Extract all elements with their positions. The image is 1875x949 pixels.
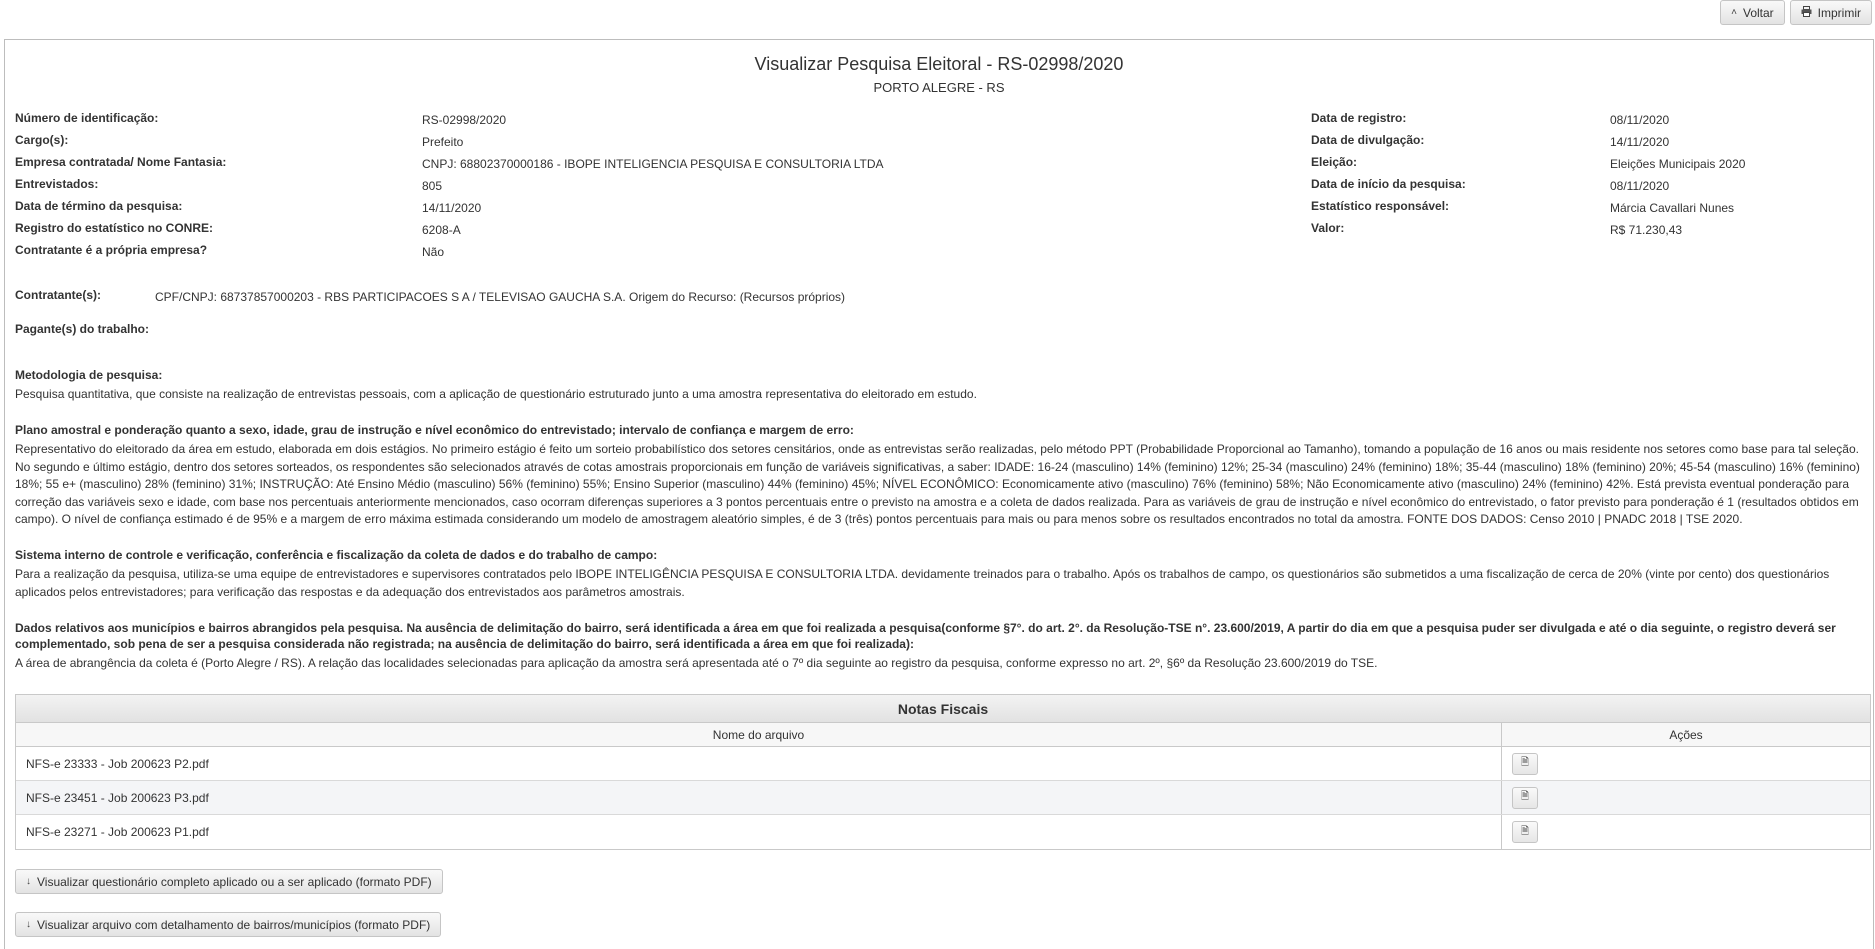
section-text: Pesquisa quantitativa, que consiste na r… (15, 387, 977, 401)
view-questionario-button[interactable]: ↓ Visualizar questionário completo aplic… (15, 869, 443, 894)
table-row: NFS-e 23271 - Job 200623 P1.pdf 🗎 (16, 815, 1870, 849)
column-header-actions: Ações (1669, 728, 1703, 742)
value-contratante-propria: Não (422, 245, 445, 259)
top-toolbar: ˄ Voltar Imprimir (1720, 0, 1872, 25)
file-icon: 🗎 (1520, 791, 1530, 802)
back-button-label: Voltar (1742, 5, 1774, 20)
table-row: NFS-e 23333 - Job 200623 P2.pdf 🗎 (16, 747, 1870, 781)
label-entrevistados: Entrevistados: (15, 177, 99, 191)
label-estatistico: Estatístico responsável: (1311, 199, 1450, 213)
value-cargos: Prefeito (422, 135, 464, 149)
label-cargos: Cargo(s): (15, 133, 69, 147)
label-numero-identificacao: Número de identificação: (15, 111, 159, 125)
label-data-inicio: Data de início da pesquisa: (1311, 177, 1466, 191)
value-registro-conre: 6208-A (422, 223, 461, 237)
label-data-registro: Data de registro: (1311, 111, 1407, 125)
section-title: Plano amostral e ponderação quanto a sex… (15, 423, 854, 437)
back-button[interactable]: ˄ Voltar (1720, 0, 1785, 25)
survey-panel: Visualizar Pesquisa Eleitoral - RS-02998… (4, 39, 1874, 949)
section-title: Metodologia de pesquisa: (15, 368, 163, 382)
section-title: Sistema interno de controle e verificaçã… (15, 548, 658, 562)
view-questionario-label: Visualizar questionário completo aplicad… (37, 874, 432, 889)
view-file-button[interactable]: 🗎 (1512, 821, 1538, 843)
column-header-file: Nome do arquivo (16, 723, 1502, 746)
label-contratantes: Contratante(s): (15, 288, 101, 302)
view-file-button[interactable]: 🗎 (1512, 786, 1538, 809)
label-data-divulgacao: Data de divulgação: (1311, 133, 1425, 147)
section-text: A área de abrangência da coleta é (Porto… (15, 656, 1378, 670)
label-data-termino: Data de término da pesquisa: (15, 199, 183, 213)
section-title: Dados relativos aos municípios e bairros… (15, 621, 1836, 651)
label-contratante-propria: Contratante é a própria empresa? (15, 243, 208, 257)
section-metodologia: Metodologia de pesquisa: Pesquisa quanti… (15, 367, 1867, 404)
file-name: NFS-e 23451 - Job 200623 P3.pdf (16, 781, 1502, 814)
print-button-label: Imprimir (1817, 5, 1861, 20)
value-data-divulgacao: 14/11/2020 (1610, 135, 1670, 149)
page-title: Visualizar Pesquisa Eleitoral - RS-02998… (754, 54, 1124, 74)
file-icon: 🗎 (1520, 825, 1530, 837)
arrow-down-icon: ↓ (26, 876, 31, 887)
chevron-up-icon: ˄ (1731, 7, 1737, 18)
section-plano-amostral: Plano amostral e ponderação quanto a sex… (15, 422, 1867, 529)
file-icon: 🗎 (1520, 757, 1530, 768)
file-name: NFS-e 23333 - Job 200623 P2.pdf (16, 747, 1502, 780)
label-empresa-contratada: Empresa contratada/ Nome Fantasia: (15, 155, 227, 169)
arrow-down-icon: ↓ (26, 919, 31, 930)
table-header: Nome do arquivo Ações (16, 723, 1870, 747)
value-valor: R$ 71.230,43 (1610, 223, 1683, 237)
value-estatistico: Márcia Cavallari Nunes (1610, 201, 1735, 215)
view-file-button[interactable]: 🗎 (1512, 752, 1538, 775)
printer-icon (1801, 5, 1812, 20)
page-subtitle: PORTO ALEGRE - RS (873, 80, 1005, 95)
value-contratantes: CPF/CNPJ: 68737857000203 - RBS PARTICIPA… (155, 290, 846, 304)
value-eleicao: Eleições Municipais 2020 (1610, 157, 1746, 171)
section-municipios-bairros: Dados relativos aos municípios e bairros… (15, 620, 1867, 673)
print-button[interactable]: Imprimir (1789, 0, 1872, 25)
label-pagantes: Pagante(s) do trabalho: (15, 322, 150, 336)
view-bairros-label: Visualizar arquivo com detalhamento de b… (37, 917, 431, 932)
value-empresa-contratada: CNPJ: 68802370000186 - IBOPE INTELIGENCI… (422, 157, 884, 171)
file-name: NFS-e 23271 - Job 200623 P1.pdf (16, 815, 1502, 849)
section-text: Representativo do eleitorado da área em … (15, 442, 1860, 526)
table-caption: Notas Fiscais (16, 695, 1870, 723)
section-controle: Sistema interno de controle e verificaçã… (15, 547, 1867, 601)
value-data-registro: 08/11/2020 (1610, 113, 1670, 127)
view-bairros-button[interactable]: ↓ Visualizar arquivo com detalhamento de… (15, 912, 442, 937)
value-entrevistados: 805 (422, 179, 443, 193)
notas-fiscais-table: Notas Fiscais Nome do arquivo Ações NFS-… (15, 694, 1871, 850)
value-data-termino: 14/11/2020 (422, 201, 482, 215)
value-data-inicio: 08/11/2020 (1610, 179, 1670, 193)
section-text: Para a realização da pesquisa, utiliza-s… (15, 567, 1830, 599)
label-valor: Valor: (1311, 221, 1345, 235)
value-numero-identificacao: RS-02998/2020 (422, 113, 507, 127)
label-registro-conre: Registro do estatístico no CONRE: (15, 221, 214, 235)
table-row: NFS-e 23451 - Job 200623 P3.pdf 🗎 (16, 781, 1870, 815)
label-eleicao: Eleição: (1311, 155, 1358, 169)
